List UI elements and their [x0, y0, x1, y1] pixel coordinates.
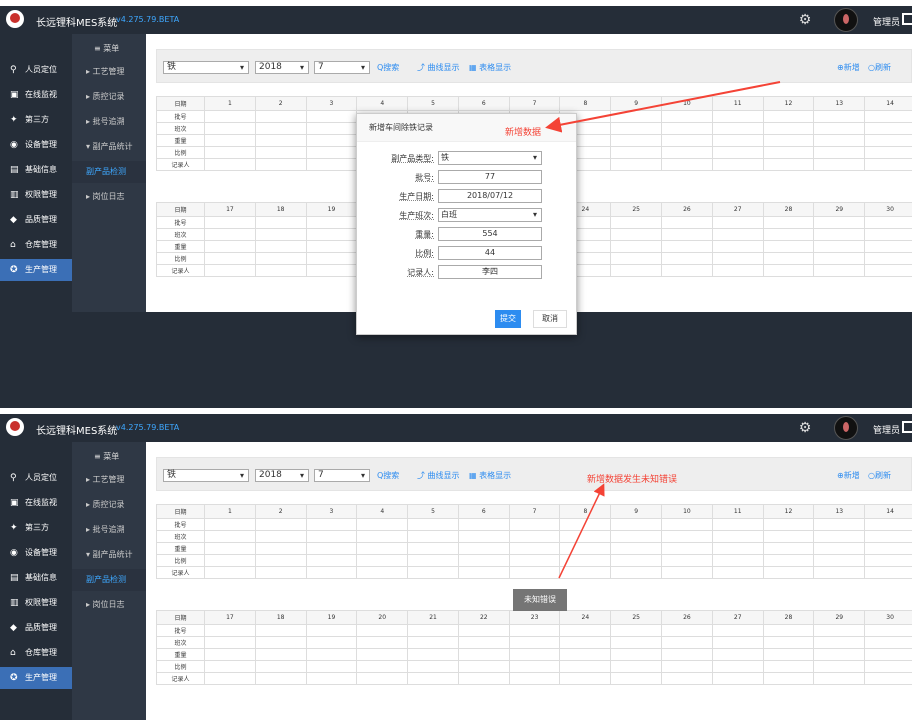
arrow-to-dialog [545, 81, 781, 133]
arrow-to-error-note [558, 483, 605, 579]
annotation-arrows [545, 81, 781, 579]
